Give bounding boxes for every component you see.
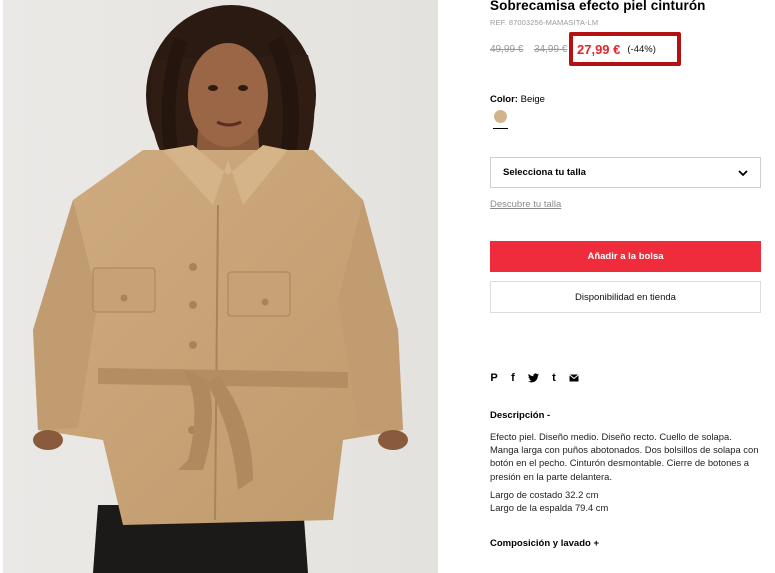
tumblr-icon[interactable]: t: [550, 371, 558, 385]
current-price-highlight: 27,99 € (-44%): [569, 32, 681, 66]
description-heading[interactable]: Descripción -: [490, 410, 550, 421]
color-label: Color:: [490, 94, 518, 105]
color-swatch-beige[interactable]: [494, 110, 507, 123]
chevron-down-icon: [738, 169, 748, 176]
model-illustration: [3, 0, 438, 573]
twitter-icon[interactable]: [528, 373, 539, 383]
selected-swatch-indicator: [493, 128, 508, 129]
color-value: Beige: [520, 94, 545, 105]
product-reference: REF. 87003256-MAMASITA-LM: [490, 18, 599, 27]
size-select[interactable]: Selecciona tu talla: [490, 157, 761, 188]
discount-badge: (-44%): [627, 43, 656, 55]
description-text: Efecto piel. Diseño medio. Diseño recto.…: [490, 431, 759, 482]
back-length: Largo de la espalda 79.4 cm: [490, 502, 609, 513]
current-price: 27,99 €: [577, 41, 621, 57]
original-price: 49,99 €: [490, 44, 524, 55]
previous-price: 34,99 €: [534, 44, 568, 55]
size-select-label: Selecciona tu talla: [503, 167, 586, 178]
email-icon[interactable]: [569, 374, 579, 382]
store-availability-button[interactable]: Disponibilidad en tienda: [490, 281, 761, 313]
size-guide-link[interactable]: Descubre tu talla: [490, 199, 561, 210]
product-image[interactable]: [3, 0, 438, 573]
facebook-icon[interactable]: f: [509, 371, 517, 385]
color-label-row: Color: Beige: [490, 94, 545, 105]
pinterest-icon[interactable]: P: [490, 371, 498, 385]
add-to-bag-button[interactable]: Añadir a la bolsa: [490, 241, 761, 272]
composition-heading[interactable]: Composición y lavado +: [490, 538, 599, 549]
product-title: Sobrecamisa efecto piel cinturón: [490, 0, 706, 13]
side-length: Largo de costado 32.2 cm: [490, 489, 599, 500]
share-icons: P f t: [490, 371, 579, 385]
